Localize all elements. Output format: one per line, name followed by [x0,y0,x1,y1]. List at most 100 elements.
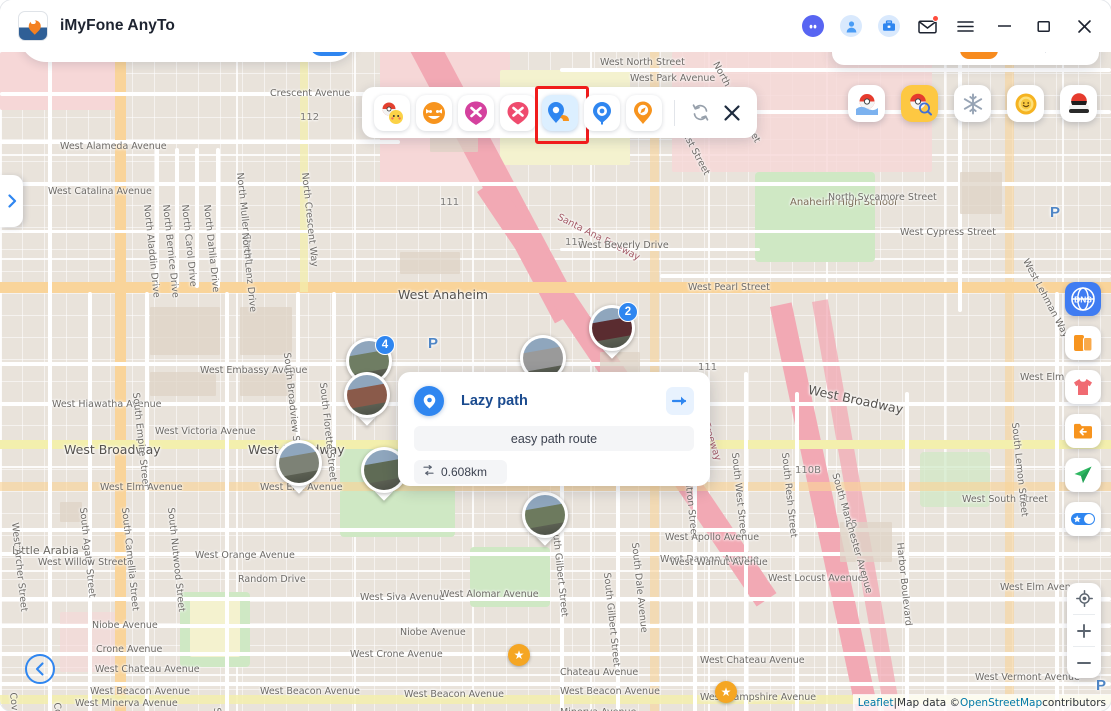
map-street-label: Minerva Avenue [560,707,636,711]
snowflake-icon[interactable] [954,85,991,122]
map-street-label: West North Street [600,57,685,68]
zoom-out-button[interactable] [1067,647,1101,678]
openstreetmap-link[interactable]: OpenStreetMap [960,697,1042,709]
star-toggle-icon[interactable] [1065,502,1101,536]
account-icon[interactable] [839,14,863,38]
street [0,624,1111,628]
map-attribution: Leaflet | Map data © OpenStreetMap contr… [852,694,1111,711]
window-controls [801,13,1097,39]
street [225,292,229,711]
photo-marker-bottom[interactable] [522,492,568,548]
close-button[interactable] [1071,13,1097,39]
street [0,597,1111,601]
dns-globe-icon[interactable]: DNS [1065,282,1101,316]
parking-label: P [428,335,439,352]
close-icon[interactable] [719,100,745,126]
popup-title: Lazy path [461,393,528,409]
map-street-label: West Chateau Avenue [700,655,805,666]
map-street-label: West Cypress Street [900,227,996,238]
mode-teleport-pink[interactable] [500,94,536,131]
sidebar-expand-tab[interactable] [0,175,23,227]
street [660,274,1111,278]
leaflet-link[interactable]: Leaflet [858,697,894,709]
map-label-district: West Anaheim [398,287,489,302]
map-street-label: West Willow Street [38,557,127,568]
maximize-button[interactable] [1031,13,1057,39]
mode-compass-orange[interactable] [626,94,662,131]
refresh-icon[interactable] [687,100,713,126]
street [0,182,1111,186]
coin-icon[interactable] [1007,85,1044,122]
locate-me-icon[interactable] [1067,583,1101,614]
menu-icon[interactable] [953,14,977,38]
marker-photo [279,443,319,483]
discord-icon[interactable] [801,14,825,38]
street [560,68,1111,72]
marker-badge: 4 [375,335,395,355]
photo-marker-group[interactable] [344,372,390,428]
mode-teleport-purple[interactable] [458,94,494,131]
parking-label: P [1050,204,1061,221]
route-shield: 110B [795,465,821,476]
mode-lazy-path[interactable] [535,85,589,144]
photo-marker-lower-left[interactable] [276,440,322,496]
street [0,682,1111,686]
mode-pin-blue[interactable] [584,94,620,131]
app-logo-icon [18,11,48,41]
mail-icon[interactable] [915,14,939,38]
map-street-label: West Beacon Avenue [404,689,504,700]
mode-monster[interactable] [416,94,452,131]
street [0,652,1111,656]
map-street-label: West Siva Avenue [360,592,445,603]
map-street-label: West Minerva Avenue [75,698,178,709]
app-window: iMyFone AnyTo West Anaheim Anaheim High … [0,0,1111,711]
map-street-label: West Chateau Avenue [95,664,200,675]
paper-plane-icon[interactable] [1065,458,1101,492]
map-street-label: West Catalina Avenue [48,186,152,197]
popup-header: Lazy path [414,386,694,416]
title-bar: iMyFone AnyTo [0,0,1111,52]
route-distance-icon [422,464,435,480]
map-street-label: West Orange Avenue [195,550,295,561]
map-street-label: West Pearl Street [688,282,770,293]
map-street-label: West Elm Avenue [100,482,183,493]
map-street-label: West Beacon Avenue [260,686,360,697]
map-street-label: West Crone Avenue [350,649,443,660]
pokeball-search-icon[interactable] [901,85,938,122]
popup-go-button[interactable] [666,387,694,415]
photo-marker-2[interactable]: 2 [589,302,638,361]
zoom-in-button[interactable] [1067,615,1101,646]
mail-notification-dot [932,15,939,22]
back-button[interactable] [25,654,55,684]
star-poi-marker[interactable]: ★ [508,644,530,666]
chevron-right-icon [7,194,16,208]
star-poi-marker[interactable]: ★ [715,681,737,703]
popup-distance-value: 0.608km [441,465,488,479]
map-pin-icon [414,386,444,416]
minimize-button[interactable] [991,13,1017,39]
map-street-label: Random Drive [238,574,306,585]
map-street-label: West Vermont Avenue [975,672,1080,683]
map-street-label: West Alomar Avenue [440,589,539,600]
mode-toolbar [362,85,757,144]
dark-pokeball-icon[interactable] [1060,85,1097,122]
map-street-label: West Alameda Avenue [60,141,167,152]
parking-label: P [1096,677,1107,694]
map-street-label: West Walnut Avenue [670,557,768,568]
map-street-label: West Locust Avenue [768,573,864,584]
route-shield: 112 [300,112,320,123]
map-street-label: Niobe Avenue [400,627,466,638]
map-street-label: Chateau Avenue [560,667,639,678]
map-street-label: West Victoria Avenue [155,426,256,437]
map-street-label: West Park Avenue [630,73,716,84]
mode-pikachu[interactable] [374,94,410,131]
tshirt-icon[interactable] [1065,370,1101,404]
attribution-prefix: Map data © [897,696,961,709]
folder-import-icon[interactable] [1065,414,1101,448]
popup-distance: 0.608km [414,460,507,484]
toolbox-icon[interactable] [877,14,901,38]
chevron-left-icon [35,662,44,676]
map-street-label: Niobe Avenue [92,620,158,631]
devices-icon[interactable] [1065,326,1101,360]
pokestop-water-icon[interactable] [848,85,885,122]
